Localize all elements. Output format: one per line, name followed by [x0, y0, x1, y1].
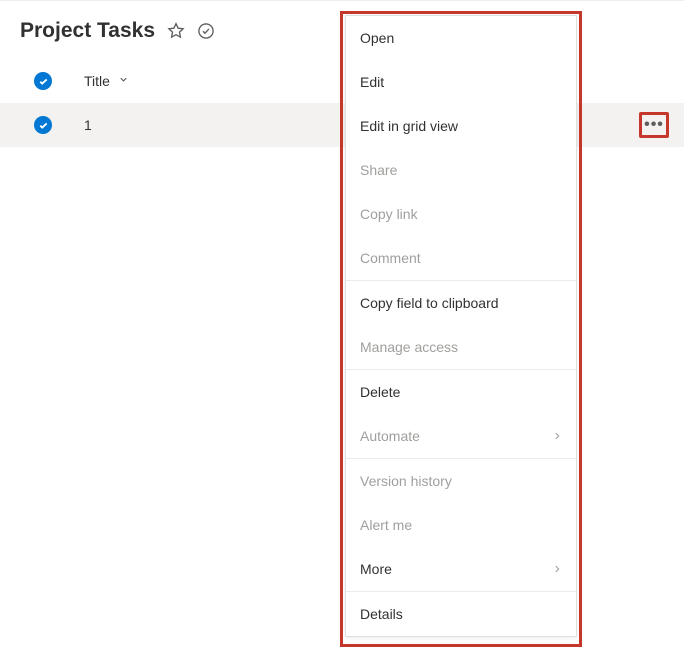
context-menu: Open Edit Edit in grid view Share Copy l… — [345, 15, 577, 637]
menu-item-comment[interactable]: Comment — [346, 236, 576, 280]
menu-item-open[interactable]: Open — [346, 16, 576, 60]
chevron-right-icon — [552, 561, 562, 577]
menu-item-delete[interactable]: Delete — [346, 370, 576, 414]
menu-item-copy-link[interactable]: Copy link — [346, 192, 576, 236]
menu-item-edit[interactable]: Edit — [346, 60, 576, 104]
select-all-column[interactable] — [34, 72, 80, 90]
checkmark-circle-icon — [34, 72, 52, 90]
column-header-label: Title — [84, 73, 110, 89]
page-header: Project Tasks — [0, 1, 684, 59]
row-more-actions-button[interactable]: ••• — [639, 112, 669, 138]
chevron-down-icon — [118, 72, 129, 90]
menu-item-more[interactable]: More — [346, 547, 576, 591]
done-circle-icon[interactable] — [197, 22, 215, 40]
row-select[interactable] — [34, 116, 80, 134]
menu-item-share[interactable]: Share — [346, 148, 576, 192]
menu-item-manage-access[interactable]: Manage access — [346, 325, 576, 369]
not-favorite-star-icon[interactable] — [167, 22, 185, 40]
column-header-row: Title — [0, 59, 684, 103]
list-view: Title 1 ••• — [0, 59, 684, 147]
menu-item-details[interactable]: Details — [346, 592, 576, 636]
table-row[interactable]: 1 ••• — [0, 103, 684, 147]
menu-item-automate[interactable]: Automate — [346, 414, 576, 458]
page-title: Project Tasks — [20, 19, 155, 43]
menu-item-alert-me[interactable]: Alert me — [346, 503, 576, 547]
menu-item-copy-field[interactable]: Copy field to clipboard — [346, 281, 576, 325]
chevron-right-icon — [552, 428, 562, 444]
menu-item-version-history[interactable]: Version history — [346, 459, 576, 503]
row-title: 1 — [84, 117, 92, 133]
menu-item-edit-grid[interactable]: Edit in grid view — [346, 104, 576, 148]
checkmark-circle-icon — [34, 116, 52, 134]
